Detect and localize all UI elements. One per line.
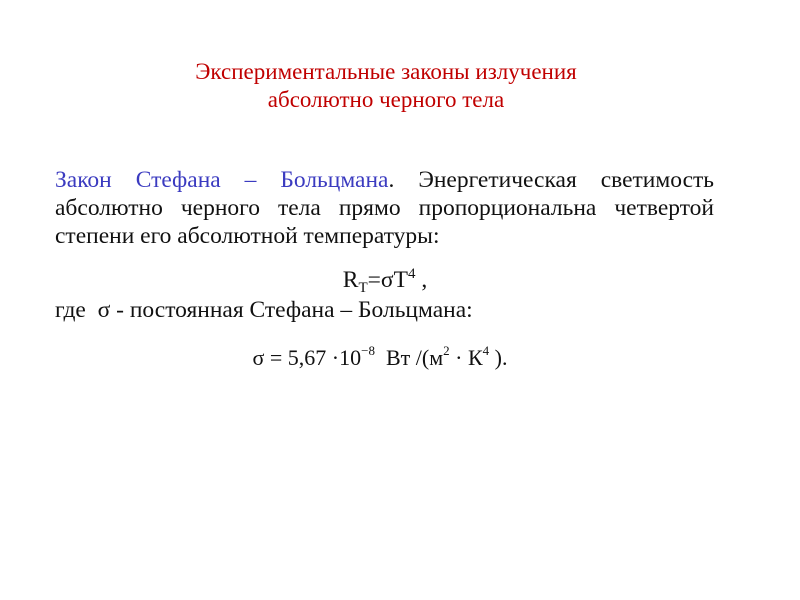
law-name: Закон Стефана – Больцмана <box>55 167 389 193</box>
formula-tail: , <box>415 267 428 293</box>
slide-title-line-2: абсолютно черного тела <box>267 87 505 112</box>
law-paragraph: Закон Стефана – Больцмана. Энергетическа… <box>55 166 714 250</box>
slide-title: Экспериментальные законы излучения абсол… <box>0 58 772 114</box>
stefan-boltzmann-formula: RT=σT4 , <box>0 266 770 296</box>
constant-value-formula: σ = 5,67 ·10−8 Вт /(м2 · К4 ). <box>0 344 760 372</box>
slide-title-line-1: Экспериментальные законы излучения <box>195 59 577 84</box>
formula-r: R <box>342 267 359 293</box>
formula-subscript: T <box>358 280 368 296</box>
unit-end: ). <box>489 345 508 370</box>
constant-lhs: σ = 5,67 ·10 <box>252 345 362 370</box>
unit-mid: · К <box>449 345 483 370</box>
unit-start: Вт /(м <box>374 345 444 370</box>
constant-definition: где σ - постоянная Стефана – Больцмана: <box>55 297 473 323</box>
formula-middle: =σT <box>367 267 408 293</box>
constant-exponent: −8 <box>361 343 375 358</box>
